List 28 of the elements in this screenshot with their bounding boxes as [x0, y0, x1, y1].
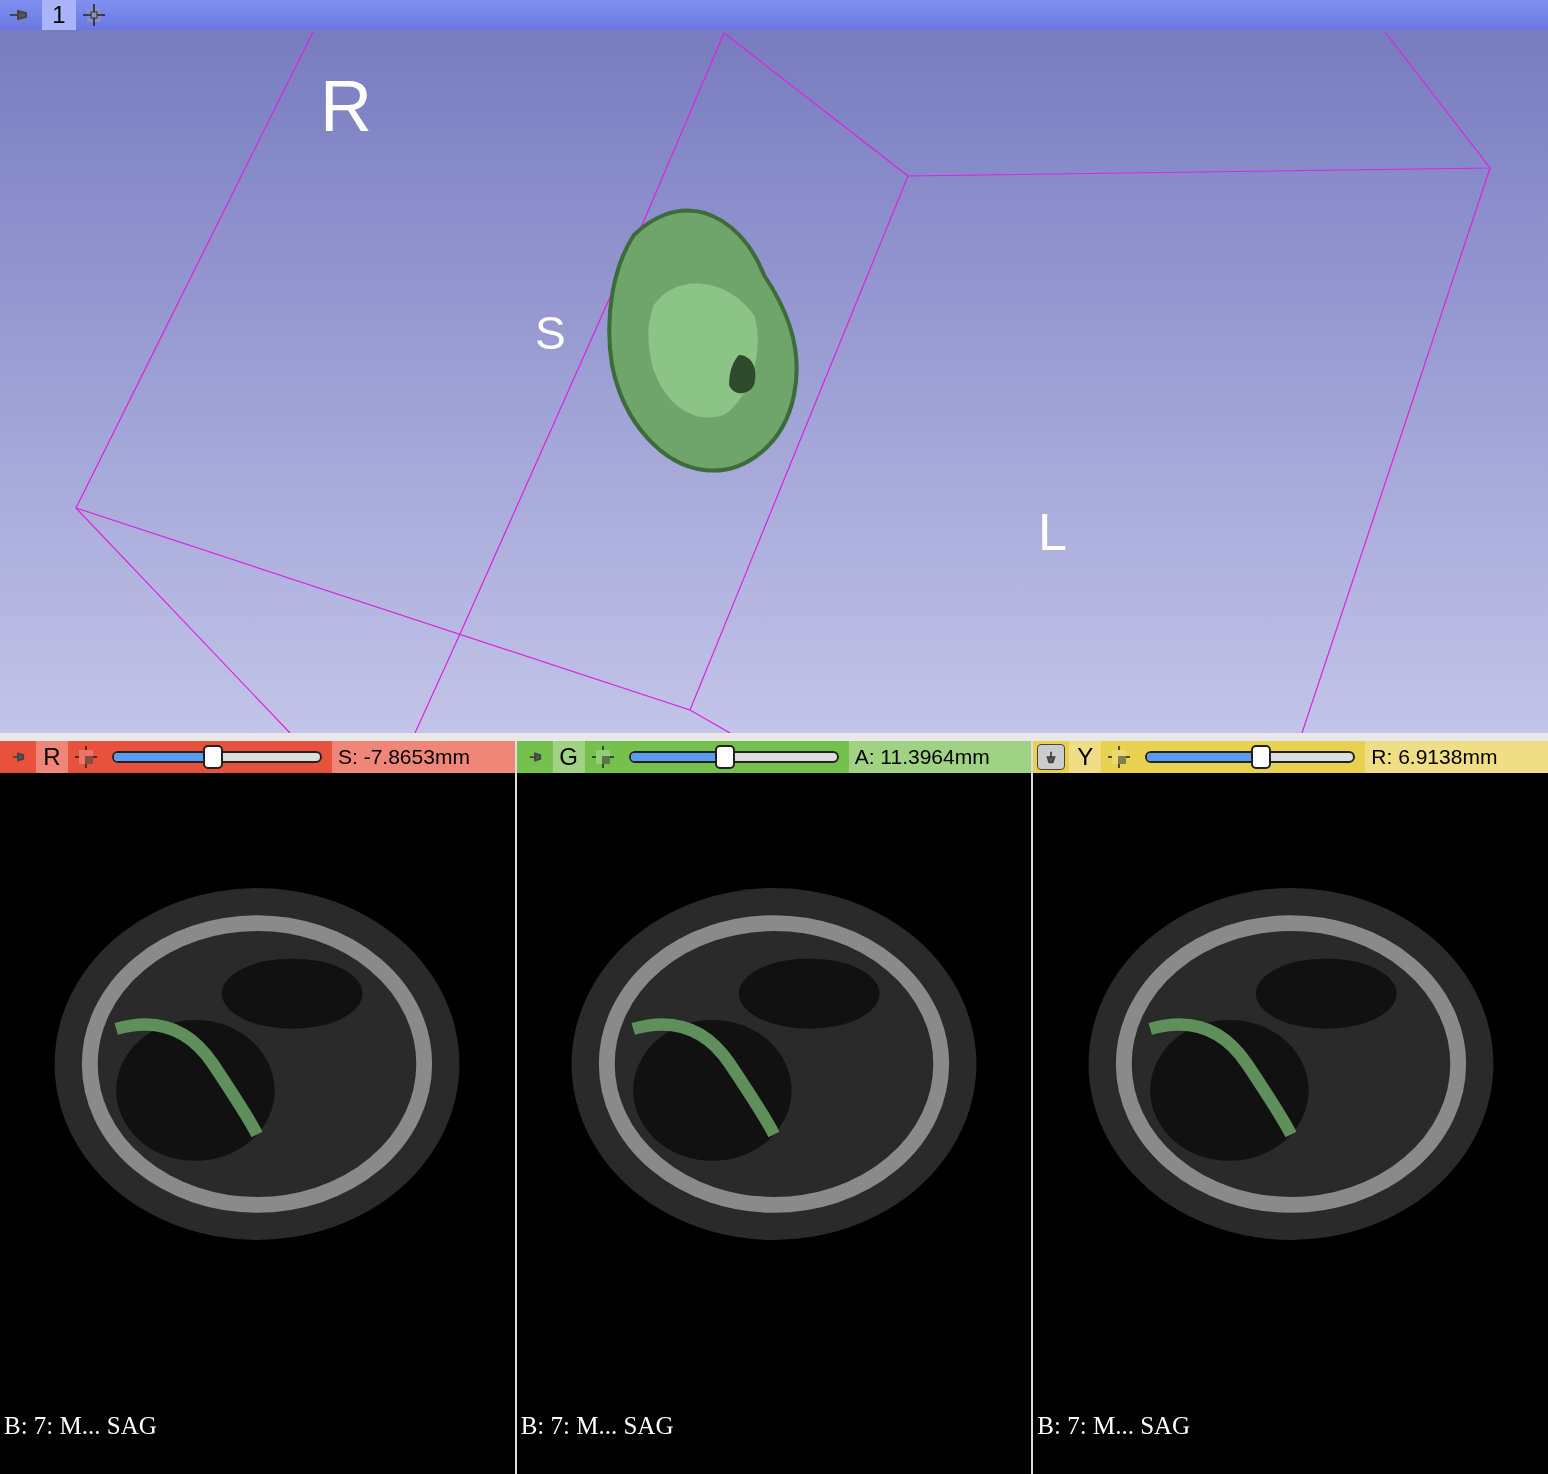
view-letter: G	[552, 741, 585, 773]
slider-thumb[interactable]	[1250, 745, 1271, 769]
view-letter: R	[36, 741, 68, 773]
slice-slider[interactable]	[628, 745, 839, 769]
volume-annotation: B: 7: M... SAG	[4, 1412, 157, 1440]
slice-offset-value: R: 6.9138mm	[1365, 741, 1548, 773]
pin-icon	[527, 750, 542, 764]
slider-thumb[interactable]	[202, 745, 223, 769]
slice-offset-value: S: -7.8653mm	[332, 741, 515, 773]
pin-button[interactable]	[1037, 744, 1066, 770]
crosshair-icon[interactable]	[74, 745, 98, 769]
orientation-label: S	[535, 310, 566, 356]
crosshair-icon[interactable]	[82, 3, 106, 27]
orientation-label: L	[1038, 506, 1067, 558]
volume-annotation: B: 7: M... SAG	[1037, 1412, 1191, 1440]
orientation-label: R	[320, 70, 372, 142]
slice-offset-value: A: 11.3964mm	[848, 741, 1032, 773]
pin-icon[interactable]	[8, 9, 28, 21]
slice-slider[interactable]	[112, 745, 322, 769]
view-title: 1	[42, 0, 76, 30]
volume-annotation: B: 7: M... SAG	[520, 1412, 674, 1440]
crosshair-icon[interactable]	[1107, 745, 1132, 769]
slider-thumb[interactable]	[715, 745, 736, 769]
slice-slider[interactable]	[1145, 745, 1356, 769]
crosshair-icon[interactable]	[590, 745, 615, 769]
view-letter: Y	[1069, 741, 1102, 773]
pin-icon	[11, 750, 25, 764]
pin-icon	[1044, 750, 1059, 764]
